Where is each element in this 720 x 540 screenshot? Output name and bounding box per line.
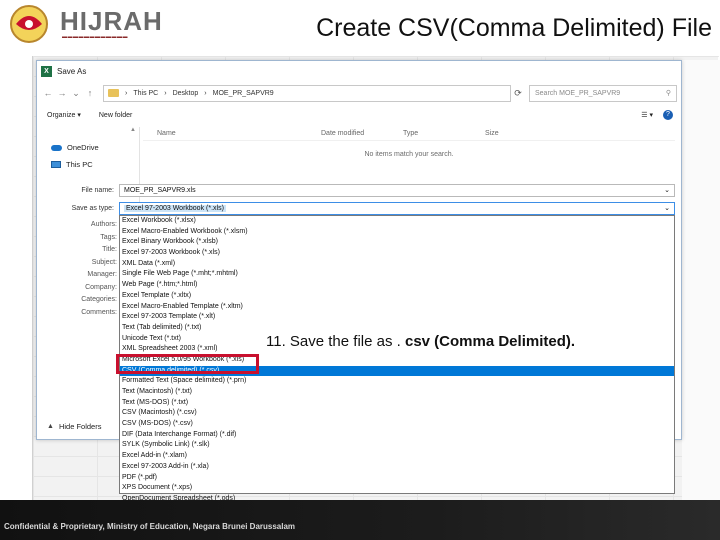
column-size[interactable]: Size — [485, 130, 545, 137]
nav-top-spacer — [37, 127, 137, 139]
dropdown-option[interactable]: Excel Binary Workbook (*.xlsb) — [120, 237, 674, 248]
save-type-select[interactable]: Excel 97-2003 Workbook (*.xls) ⌄ — [119, 201, 675, 215]
excel-icon: X — [41, 65, 52, 77]
dialog-titlebar: X Save As — [37, 61, 681, 81]
crest-icon — [10, 5, 48, 43]
dropdown-option[interactable]: PDF (*.pdf) — [120, 473, 674, 484]
dropdown-option[interactable]: Excel Macro-Enabled Workbook (*.xlsm) — [120, 227, 674, 238]
dialog-toolbar: Organize ▾ New folder ☰ ▾ ? — [47, 107, 673, 123]
callout-prefix: 11. Save the file as . — [266, 333, 405, 350]
meta-subject: Subject: — [91, 258, 117, 266]
computer-icon — [51, 161, 61, 168]
dropdown-option[interactable]: Excel Macro-Enabled Template (*.xltm) — [120, 302, 674, 313]
callout-bold: csv (Comma Delimited). — [404, 333, 576, 350]
save-type-value: Excel 97-2003 Workbook (*.xls) — [124, 204, 226, 212]
nav-item-this-pc[interactable]: This PC — [37, 156, 137, 173]
dropdown-option[interactable]: Text (MS-DOS) (*.txt) — [120, 398, 674, 409]
dropdown-option[interactable]: Excel Workbook (*.xlsx) — [120, 216, 674, 227]
new-folder-button[interactable]: New folder — [99, 112, 132, 119]
organize-button[interactable]: Organize ▾ — [47, 111, 81, 119]
file-name-value: MOE_PR_SAPVR9.xls — [124, 186, 196, 194]
logo-tagline: ▬▬▬▬▬▬▬▬▬▬▬▬ — [62, 34, 128, 40]
breadcrumb-this-pc[interactable]: This PC — [133, 90, 158, 97]
nav-item-label: OneDrive — [67, 143, 99, 152]
dialog-title: Save As — [57, 66, 87, 76]
organize-label: Organize — [47, 112, 76, 119]
search-input[interactable]: Search MOE_PR_SAPVR9 ⚲ — [529, 84, 677, 102]
dropdown-option[interactable]: XPS Document (*.xps) — [120, 483, 674, 494]
hijrah-logo: HIJRAH ▬▬▬▬▬▬▬▬▬▬▬▬ — [4, 2, 162, 46]
breadcrumb-folder[interactable]: MOE_PR_SAPVR9 — [213, 90, 274, 97]
breadcrumb-sep-icon: › — [125, 89, 128, 97]
address-bar[interactable]: › This PC › Desktop › MOE_PR_SAPVR9 — [103, 84, 511, 102]
dropdown-option[interactable]: Excel Template (*.xltx) — [120, 291, 674, 302]
column-type[interactable]: Type — [403, 130, 485, 137]
dropdown-option[interactable]: Excel Add-in (*.xlam) — [120, 451, 674, 462]
meta-title: Title: — [102, 246, 117, 253]
onedrive-icon — [51, 144, 62, 151]
dropdown-option[interactable]: Web Page (*.htm;*.html) — [120, 280, 674, 291]
slide-footer: Confidential & Proprietary, Ministry of … — [0, 500, 720, 540]
meta-authors: Authors: — [90, 221, 117, 228]
save-type-row: Save as type: Excel 97-2003 Workbook (*.… — [37, 201, 675, 215]
empty-message: No items match your search. — [364, 151, 454, 158]
hide-folders-button[interactable]: ▲ Hide Folders — [47, 422, 101, 431]
caret-up-icon: ▲ — [47, 423, 54, 430]
meta-manager: Manager: — [87, 271, 117, 278]
refresh-icon[interactable]: ⟳ — [511, 88, 525, 99]
meta-comments: Comments: — [81, 308, 117, 316]
column-headers: Name Date modified Type Size — [143, 127, 675, 141]
view-controls: ☰ ▾ ? — [641, 110, 673, 120]
chevron-down-icon[interactable]: ⌄ — [69, 88, 83, 99]
dropdown-option[interactable]: Formatted Text (Space delimited) (*.prn) — [120, 376, 674, 387]
dropdown-option[interactable]: CSV (Macintosh) (*.csv) — [120, 408, 674, 419]
forward-arrow-icon[interactable]: → — [55, 88, 69, 98]
column-name[interactable]: Name — [143, 130, 321, 137]
dropdown-option[interactable]: Text (Macintosh) (*.txt) — [120, 387, 674, 398]
breadcrumb-sep-icon: › — [164, 89, 167, 97]
dropdown-option[interactable]: Excel 97-2003 Template (*.xlt) — [120, 312, 674, 323]
dropdown-option[interactable]: Text (Tab delimited) (*.txt) — [120, 323, 674, 334]
file-name-row: File name: MOE_PR_SAPVR9.xls ⌄ — [37, 183, 675, 197]
dropdown-option[interactable]: Single File Web Page (*.mht;*.mhtml) — [120, 269, 674, 280]
scroll-up-icon[interactable]: ▲ — [129, 127, 137, 133]
back-arrow-icon[interactable]: ← — [41, 88, 55, 98]
slide-header: HIJRAH ▬▬▬▬▬▬▬▬▬▬▬▬ Create CSV(Comma Del… — [0, 0, 720, 56]
hide-folders-label: Hide Folders — [58, 422, 102, 431]
breadcrumb-sep-icon: › — [204, 89, 207, 97]
column-date-modified[interactable]: Date modified — [321, 130, 403, 137]
breadcrumb-desktop[interactable]: Desktop — [173, 90, 199, 97]
search-icon: ⚲ — [665, 90, 671, 97]
chevron-down-icon[interactable]: ⌄ — [664, 186, 670, 194]
nav-item-onedrive[interactable]: OneDrive — [37, 139, 137, 156]
meta-company: Company: — [85, 283, 117, 291]
callout-highlight-box — [116, 354, 259, 374]
instruction-callout: 11. Save the file as . csv (Comma Delimi… — [266, 333, 575, 350]
save-type-label: Save as type: — [71, 204, 114, 212]
search-placeholder: Search MOE_PR_SAPVR9 — [535, 89, 621, 97]
address-row: ← → ⌄ ↑ › This PC › Desktop › MOE_PR_SAP… — [41, 83, 677, 103]
help-icon[interactable]: ? — [663, 110, 673, 120]
footer-text: Confidential & Proprietary, Ministry of … — [4, 522, 296, 531]
meta-tags: Tags: — [100, 233, 117, 241]
up-arrow-icon[interactable]: ↑ — [83, 88, 97, 98]
file-name-label: File name: — [81, 186, 114, 194]
folder-icon — [108, 89, 119, 97]
dropdown-option[interactable]: CSV (MS-DOS) (*.csv) — [120, 419, 674, 430]
slide-title: Create CSV(Comma Delimited) File — [316, 14, 712, 42]
logo-text: HIJRAH — [60, 6, 163, 36]
dropdown-option[interactable]: Excel 97-2003 Workbook (*.xls) — [120, 248, 674, 259]
dropdown-option[interactable]: DIF (Data Interchange Format) (*.dif) — [120, 430, 674, 441]
view-options-icon[interactable]: ☰ ▾ — [641, 111, 653, 119]
chevron-down-icon[interactable]: ⌄ — [664, 204, 670, 212]
file-name-input[interactable]: MOE_PR_SAPVR9.xls ⌄ — [119, 183, 675, 197]
metadata-labels: Authors: Tags: Title: Subject: Manager: … — [37, 219, 119, 319]
right-margin — [682, 60, 720, 500]
dropdown-option[interactable]: Excel 97-2003 Add-in (*.xla) — [120, 462, 674, 473]
dropdown-option[interactable]: XML Data (*.xml) — [120, 259, 674, 270]
nav-item-label: This PC — [66, 160, 93, 169]
dropdown-option[interactable]: SYLK (Symbolic Link) (*.slk) — [120, 440, 674, 451]
meta-categories: Categories: — [81, 296, 117, 303]
